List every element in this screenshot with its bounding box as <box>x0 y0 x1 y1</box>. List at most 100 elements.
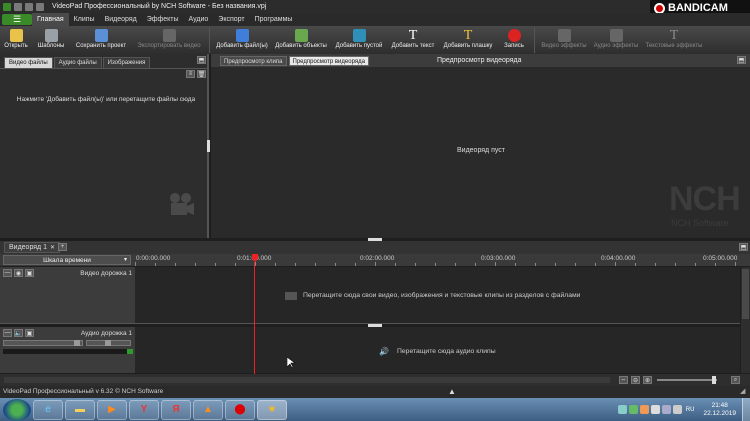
templates-icon <box>44 29 58 42</box>
tray-app-icon[interactable] <box>639 405 649 414</box>
tick-label: 0:02:00.000 <box>360 255 395 262</box>
menu-effects[interactable]: Эффекты <box>142 13 184 26</box>
export-video-button[interactable]: Экспортировать видео <box>132 26 206 54</box>
expand-up-icon[interactable]: ▲ <box>448 387 456 396</box>
main-menu-button[interactable]: ☰ <box>2 14 32 25</box>
add-objects-button[interactable]: Добавить объекты <box>271 26 331 54</box>
tray-volume-icon[interactable] <box>672 405 682 414</box>
video-track-hint: Перетащите сюда свои видео, изображения … <box>303 292 581 299</box>
zoom-fit-icon[interactable]: ⇔ <box>619 376 628 384</box>
preview-pin-icon[interactable]: ⬒ <box>737 56 746 64</box>
export-icon <box>162 29 176 42</box>
templates-button[interactable]: Шаблоны <box>32 26 70 54</box>
timeline-footer: ⇔ ⊖ ⊕ ⌕ <box>0 374 750 386</box>
audio-track-label: Аудио дорожка 1 <box>80 330 132 337</box>
audio-track-lane[interactable]: 🔊 Перетащите сюда аудио клипы <box>135 327 740 373</box>
video-effects-button[interactable]: Видео эффекты <box>538 26 590 54</box>
track-eye-icon[interactable]: ◉ <box>14 269 23 277</box>
text-effects-button[interactable]: T Текстовые эффекты <box>642 26 706 54</box>
add-plate-button[interactable]: T Добавить плашку <box>439 26 497 54</box>
time-scale-dropdown[interactable]: Шкала времени ▾ <box>3 255 131 265</box>
tray-lang-icon[interactable] <box>617 405 627 414</box>
library-pin-icon[interactable]: ⬒ <box>197 56 206 64</box>
lock-icon[interactable]: ▣ <box>25 269 34 277</box>
audio-effects-button[interactable]: Аудио эффекты <box>590 26 642 54</box>
add-text-button[interactable]: T Добавить текст <box>387 26 439 54</box>
save-quick-icon[interactable] <box>14 2 22 11</box>
version-label: VideoPad Профессиональный v 6.32 © NCH S… <box>3 388 164 395</box>
tray-network-icon[interactable] <box>628 405 638 414</box>
menu-audio[interactable]: Аудио <box>184 13 214 26</box>
timeline-tabbar: Видеоряд 1 ✕ + ⬒ <box>0 241 750 254</box>
time-ruler-ticks <box>135 262 736 266</box>
taskbar-yandex-browser-icon[interactable]: Y <box>129 399 159 420</box>
tab-video-files[interactable]: Видео файлы <box>4 57 53 68</box>
menu-home[interactable]: Главная <box>32 13 69 26</box>
save-project-button[interactable]: Сохранить проект <box>70 26 132 54</box>
tab-images[interactable]: Изображения <box>102 57 151 68</box>
taskbar-explorer-icon[interactable]: ▬ <box>65 399 95 420</box>
volume-slider-thumb[interactable] <box>74 340 80 346</box>
add-files-button[interactable]: Добавить файл(ы) <box>213 26 271 54</box>
tab-clip-preview[interactable]: Предпросмотр клипа <box>220 56 287 66</box>
lock-icon[interactable]: ▣ <box>25 329 34 337</box>
system-tray: RU <box>617 405 698 414</box>
tick-label: 0:03:00.000 <box>481 255 516 262</box>
taskbar-media-icon[interactable]: ▶ <box>97 399 127 420</box>
menu-programs[interactable]: Программы <box>250 13 298 26</box>
audio-track-controls: — 🔈 ▣ <box>3 329 34 337</box>
timeline-vertical-scrollbar[interactable] <box>741 267 750 373</box>
pan-slider[interactable] <box>86 340 131 346</box>
timeline-horizontal-scrollbar[interactable] <box>4 377 610 383</box>
record-button[interactable]: Запись <box>497 26 531 54</box>
library-list-icon[interactable]: ≡ <box>186 70 195 78</box>
taskbar-yandex-icon[interactable]: Я <box>161 399 191 420</box>
tick-label: 0:00:00.000 <box>136 255 171 262</box>
menu-clips[interactable]: Клипы <box>69 13 100 26</box>
zoom-magnifier-icon[interactable]: ⌕ <box>731 376 740 384</box>
zoom-slider-thumb[interactable] <box>712 376 716 384</box>
pan-slider-thumb[interactable] <box>105 340 111 346</box>
timeline-pin-icon[interactable]: ⬒ <box>739 243 748 251</box>
taskbar-vlc-icon[interactable]: ▲ <box>193 399 223 420</box>
start-button[interactable] <box>3 398 31 421</box>
collapse-track-icon[interactable]: — <box>3 329 12 337</box>
zoom-slider[interactable] <box>657 376 717 384</box>
library-delete-icon[interactable]: 🗑 <box>197 70 206 78</box>
clock-time: 21:48 <box>711 401 728 409</box>
taskbar-videopad-icon[interactable]: ★ <box>257 399 287 420</box>
panel-splitter-handle[interactable] <box>207 140 210 152</box>
volume-slider[interactable] <box>3 340 83 346</box>
zoom-out-icon[interactable]: ⊖ <box>631 376 640 384</box>
clock[interactable]: 21:48 22.12.2019 <box>703 402 736 418</box>
zoom-in-icon[interactable]: ⊕ <box>643 376 652 384</box>
mute-icon[interactable]: 🔈 <box>14 329 23 337</box>
show-desktop-button[interactable] <box>742 398 750 421</box>
add-blank-button[interactable]: Добавить пустой <box>331 26 387 54</box>
video-track-header: — ◉ ▣ Видео дорожка 1 <box>0 267 135 324</box>
audio-track-hint: Перетащите сюда аудио клипы <box>397 348 496 355</box>
open-button[interactable]: Открыть <box>0 26 32 54</box>
undo-icon[interactable] <box>25 2 33 11</box>
taskbar-ie-icon[interactable]: e <box>33 399 63 420</box>
scrollbar-thumb[interactable] <box>742 269 749 319</box>
preview-empty-label: Видеоряд пуст <box>457 147 506 154</box>
tray-battery-icon[interactable] <box>661 405 671 414</box>
redo-icon[interactable] <box>36 2 44 11</box>
window-title: VideoPad Профессиональный by NCH Softwar… <box>52 3 267 10</box>
add-sequence-button[interactable]: + <box>58 243 67 251</box>
collapse-track-icon[interactable]: — <box>3 269 12 277</box>
drop-clip-icon <box>285 292 297 300</box>
menu-sequence[interactable]: Видеоряд <box>100 13 142 26</box>
tray-lang-label[interactable]: RU <box>684 407 697 413</box>
tab-sequence-1[interactable]: Видеоряд 1 ✕ <box>4 242 61 253</box>
taskbar-bandicam-icon[interactable]: ⬤ <box>225 399 255 420</box>
tab-audio-files[interactable]: Аудио файлы <box>53 57 102 68</box>
tray-flag-icon[interactable] <box>650 405 660 414</box>
tab-sequence-preview[interactable]: Предпросмотр видеоряда <box>288 56 369 66</box>
menu-export[interactable]: Экспорт <box>213 13 249 26</box>
close-icon[interactable]: ✕ <box>50 244 55 251</box>
time-scale-label: Шкала времени <box>43 257 91 264</box>
tick-label: 0:05:00.000 <box>703 255 738 262</box>
video-track-lane[interactable]: Перетащите сюда свои видео, изображения … <box>135 267 740 324</box>
